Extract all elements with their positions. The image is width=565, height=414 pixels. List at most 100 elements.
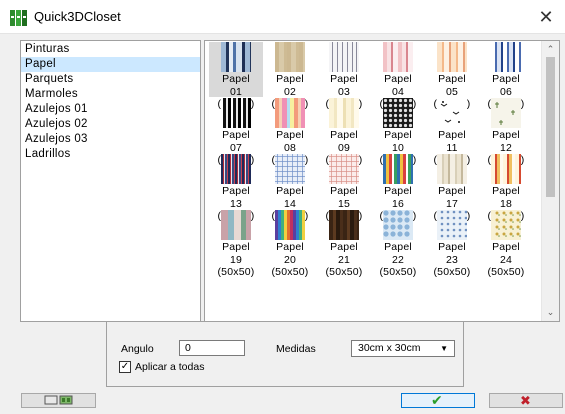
texture-label-line2: 02 (283, 85, 297, 98)
texture-tile[interactable]: Papel 24 (50x50) (479, 210, 533, 278)
texture-tile[interactable]: Papel09(30x30) (317, 98, 371, 166)
texture-label-line1: Papel (222, 73, 250, 85)
texture-tile[interactable]: Papel12(30x30) (479, 98, 533, 166)
texture-swatch (329, 98, 359, 128)
texture-tile[interactable]: Papel15(30x30) (317, 154, 371, 222)
aplicar-label: Aplicar a todas (135, 361, 205, 373)
texture-tile[interactable]: Papel04(30x30) (371, 42, 425, 110)
category-list[interactable]: Pinturas Papel Parquets Marmoles Azulejos 01… (20, 40, 201, 322)
texture-label-line1: Papel (276, 73, 304, 85)
texture-grid-panel[interactable]: Papel01(15x15)Papel02(15x15)Papel03(30x3… (204, 40, 560, 322)
texture-label-line3: (50x50) (379, 266, 417, 278)
preview-rooms-icon (44, 395, 73, 405)
texture-tile[interactable]: Papel 19 (50x50) (209, 210, 263, 278)
angulo-input[interactable]: 0 (179, 340, 245, 356)
category-item[interactable]: Ladrillos (21, 147, 200, 162)
texture-swatch (221, 98, 251, 128)
category-item[interactable]: Azulejos 02 (21, 117, 200, 132)
texture-label-line1: Papel (330, 185, 358, 197)
texture-label-line2: 16 (391, 197, 405, 210)
texture-label-line1: Papel (384, 129, 412, 141)
close-icon: ✕ (538, 7, 554, 27)
texture-label-line1: Papel (330, 241, 358, 253)
texture-tile[interactable]: Papel11(30x30) (425, 98, 479, 166)
texture-label-line2: 11 (446, 141, 458, 154)
texture-label-line1: Papel (438, 185, 466, 197)
title-bar: Quick3DCloset ✕ (0, 0, 565, 34)
texture-label-line3: (50x50) (217, 266, 255, 278)
category-item[interactable]: Azulejos 01 (21, 102, 200, 117)
texture-swatch (329, 210, 359, 240)
preview-button[interactable] (21, 393, 96, 408)
texture-label-line3: (50x50) (271, 266, 309, 278)
texture-label-line1: Papel (492, 73, 520, 85)
scrollbar-thumb[interactable] (546, 57, 555, 197)
texture-label-line1: Papel (276, 185, 304, 197)
medidas-select[interactable]: 30cm x 30cm ▼ (351, 340, 455, 357)
texture-swatch (275, 154, 305, 184)
texture-label-line2: 05 (445, 85, 459, 98)
texture-label-line2: 03 (337, 85, 351, 98)
texture-label: Papel 21 (50x50) (313, 241, 375, 279)
aplicar-checkbox[interactable]: ✓ (119, 361, 131, 373)
texture-label-line1: Papel (276, 129, 304, 141)
texture-label: Papel 23 (50x50) (421, 241, 483, 279)
close-button[interactable]: ✕ (527, 0, 565, 34)
category-item[interactable]: Marmoles (21, 87, 200, 102)
texture-label-line2: 22 (391, 253, 405, 266)
texture-tile[interactable]: Papel07(35x35) (209, 98, 263, 166)
medidas-label: Medidas (276, 343, 316, 355)
category-item[interactable]: Pinturas (21, 42, 200, 57)
texture-tile[interactable]: Papel17(20x20) (425, 154, 479, 222)
texture-tile[interactable]: Papel01(15x15) (209, 42, 263, 110)
texture-label-line2: 21 (337, 253, 351, 266)
category-item[interactable]: Parquets (21, 72, 200, 87)
texture-tile[interactable]: Papel10(30x30) (371, 98, 425, 166)
texture-label: Papel 20 (50x50) (259, 241, 321, 279)
texture-tile[interactable]: Papel02(15x15) (263, 42, 317, 110)
texture-label-line2: 17 (445, 197, 459, 210)
texture-swatch (437, 98, 467, 128)
angulo-label: Angulo (121, 343, 154, 355)
texture-label-line3: (50x50) (325, 266, 363, 278)
texture-label-line2: 04 (391, 85, 405, 98)
texture-label-line1: Papel (492, 129, 520, 141)
texture-tile[interactable]: Papel18(20x20) (479, 154, 533, 222)
category-item[interactable]: Azulejos 03 (21, 132, 200, 147)
scroll-up-icon[interactable]: ⌃ (542, 41, 559, 58)
texture-tile[interactable]: Papel05(25x25) (425, 42, 479, 110)
texture-tile[interactable]: Papel 21 (50x50) (317, 210, 371, 278)
texture-tile[interactable]: Papel 23 (50x50) (425, 210, 479, 278)
texture-tile[interactable]: Papel13(30x30) (209, 154, 263, 222)
texture-label-line2: 15 (337, 197, 351, 210)
texture-swatch (491, 154, 521, 184)
texture-label-line2: 10 (391, 141, 405, 154)
checkmark-icon: ✔ (431, 392, 443, 408)
texture-tile[interactable]: Papel14(30x30) (263, 154, 317, 222)
category-item[interactable]: Papel (21, 57, 200, 72)
texture-swatch (383, 98, 413, 128)
texture-swatch (491, 42, 521, 72)
texture-swatch (383, 42, 413, 72)
texture-label-line1: Papel (384, 241, 412, 253)
cancel-button[interactable]: ✖ (489, 393, 563, 408)
texture-swatch (437, 154, 467, 184)
texture-tile[interactable]: Papel03(30x30) (317, 42, 371, 110)
texture-label-line1: Papel (276, 241, 304, 253)
ok-button[interactable]: ✔ (401, 392, 475, 408)
texture-tile[interactable]: Papel16(20x20) (371, 154, 425, 222)
vertical-scrollbar[interactable]: ⌃ ⌄ (541, 41, 559, 321)
scroll-down-icon[interactable]: ⌄ (542, 304, 559, 321)
texture-label-line2: 13 (229, 197, 243, 210)
texture-tile[interactable]: Papel08(25x25) (263, 98, 317, 166)
texture-tile[interactable]: Papel 20 (50x50) (263, 210, 317, 278)
texture-swatch (437, 210, 467, 240)
texture-label-line2: 20 (283, 253, 297, 266)
texture-label-line1: Papel (384, 73, 412, 85)
texture-label-line1: Papel (222, 185, 250, 197)
texture-tile[interactable]: Papel 22 (50x50) (371, 210, 425, 278)
texture-label-line2: 14 (283, 197, 297, 210)
texture-tile[interactable]: Papel06(25x25) (479, 42, 533, 110)
texture-swatch (275, 210, 305, 240)
texture-swatch (329, 42, 359, 72)
